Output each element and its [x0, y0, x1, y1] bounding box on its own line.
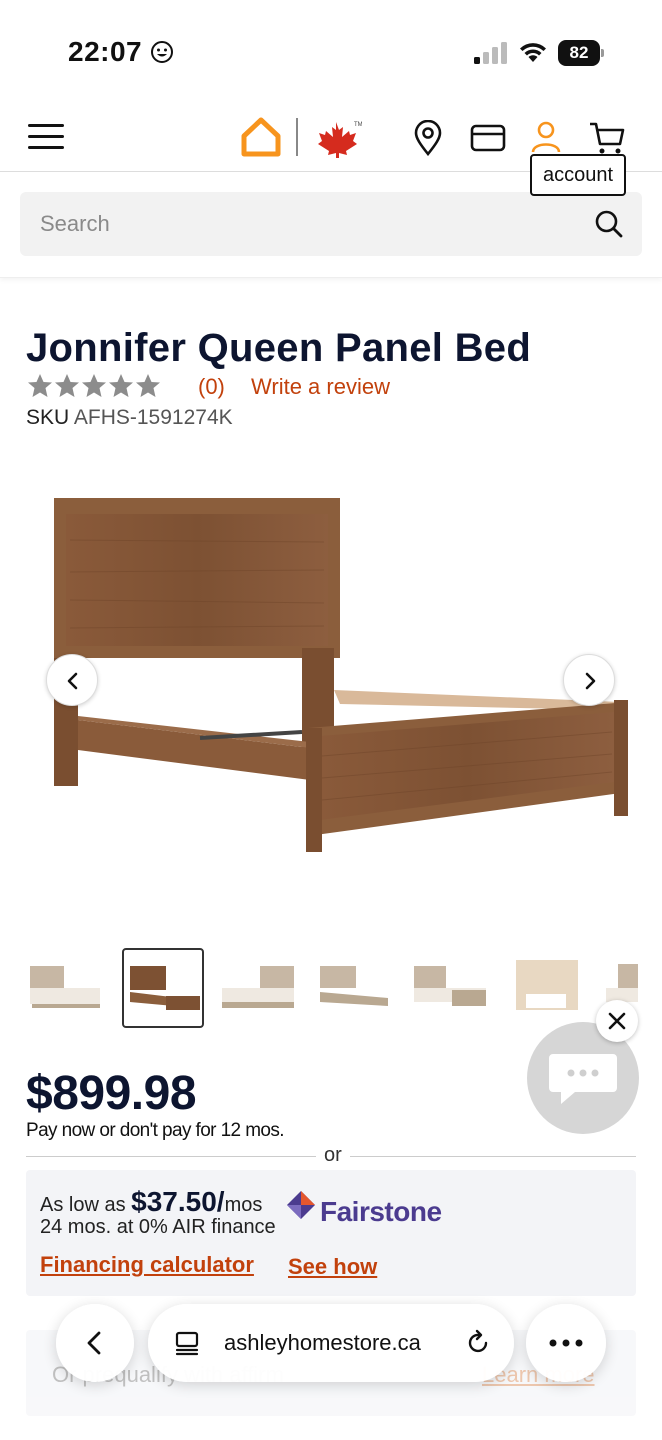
- battery-level: 82: [558, 40, 600, 66]
- thumbnail-2[interactable]: [122, 948, 204, 1028]
- lender-name: Fairstone: [320, 1196, 442, 1227]
- financing-box: As low as $37.50/mos 24 mos. at 0% AIR f…: [26, 1170, 636, 1296]
- sku-line: SKU AFHS-1591274K: [26, 406, 233, 430]
- url-text: ashleyhomestore.ca: [224, 1330, 421, 1355]
- browser-back-button[interactable]: [56, 1304, 134, 1382]
- product-image[interactable]: [40, 480, 640, 870]
- more-icon: [549, 1339, 583, 1347]
- search-box: [20, 192, 642, 256]
- monthly-unit: mos: [224, 1194, 263, 1216]
- product-title: Jonnifer Queen Panel Bed: [26, 326, 532, 370]
- account-tooltip: account: [530, 154, 626, 196]
- monthly-payment-line: As low as $37.50/mos: [40, 1186, 262, 1218]
- review-count[interactable]: (0): [198, 374, 225, 400]
- maple-leaf-icon: TM: [318, 122, 362, 158]
- browser-more-button[interactable]: [526, 1304, 606, 1382]
- svg-text:TM: TM: [354, 122, 362, 128]
- clock: 22:07: [68, 36, 143, 67]
- previous-image-button[interactable]: [46, 654, 98, 706]
- account-icon[interactable]: [530, 120, 562, 154]
- chat-close-button[interactable]: [596, 1000, 638, 1042]
- monthly-amount: $37.50/: [131, 1186, 225, 1217]
- sku-label: SKU: [26, 406, 70, 429]
- cellular-signal-icon: [474, 42, 507, 64]
- status-bar: 22:07 82: [0, 0, 662, 100]
- search-input[interactable]: [20, 192, 580, 256]
- financing-calculator-link[interactable]: Financing calculator: [40, 1252, 254, 1278]
- chevron-right-icon: [585, 672, 596, 690]
- thumbnail-5[interactable]: [410, 948, 492, 1028]
- logo-divider: [296, 118, 298, 156]
- fairstone-logo-icon: [287, 1191, 315, 1219]
- menu-icon[interactable]: [28, 124, 64, 150]
- thumbnail-4[interactable]: [314, 948, 396, 1028]
- chat-icon: [549, 1054, 617, 1104]
- location-icon[interactable]: [412, 120, 444, 156]
- chevron-left-icon: [67, 672, 78, 690]
- battery-indicator: 82: [558, 40, 604, 66]
- close-icon: [608, 1012, 626, 1030]
- thumbnail-1[interactable]: [24, 948, 106, 1028]
- browser-address-bar[interactable]: ashleyhomestore.ca: [148, 1304, 514, 1382]
- next-image-button[interactable]: [563, 654, 615, 706]
- or-separator: or: [316, 1144, 350, 1167]
- chevron-left-icon: [87, 1331, 101, 1355]
- home-logo-icon[interactable]: [240, 116, 282, 158]
- sku-value: AFHS-1591274K: [73, 406, 233, 429]
- thumbnail-strip: [24, 946, 638, 1030]
- cart-icon[interactable]: [588, 120, 626, 156]
- product-price: $899.98: [26, 1067, 197, 1120]
- search-icon[interactable]: [594, 209, 624, 239]
- tabs-icon[interactable]: [174, 1330, 200, 1356]
- write-review-link[interactable]: Write a review: [251, 374, 390, 400]
- deferred-payment-note: Pay now or don't pay for 12 mos.: [26, 1120, 285, 1141]
- thumbnail-6[interactable]: [506, 948, 588, 1028]
- credit-card-icon[interactable]: [470, 124, 506, 152]
- rating-stars[interactable]: [26, 372, 166, 400]
- financing-terms: 24 mos. at 0% AIR finance: [40, 1216, 276, 1238]
- wifi-icon: [520, 43, 546, 62]
- smiley-icon: [151, 41, 173, 63]
- see-how-link[interactable]: See how: [288, 1254, 377, 1280]
- as-low-label: As low as: [40, 1194, 132, 1216]
- thumbnail-3[interactable]: [218, 948, 300, 1028]
- reload-icon[interactable]: [464, 1329, 492, 1357]
